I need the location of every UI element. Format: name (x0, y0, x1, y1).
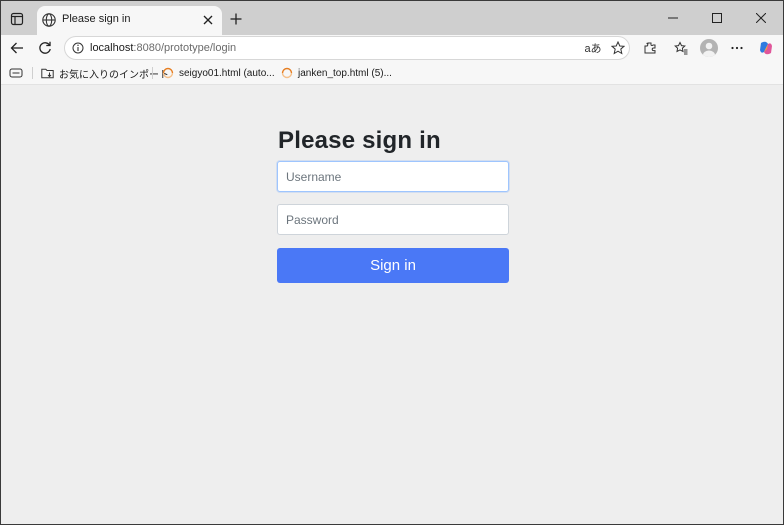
window-close-icon[interactable] (739, 1, 783, 35)
profile-avatar-icon[interactable] (700, 39, 718, 57)
minimize-icon[interactable] (651, 1, 695, 35)
bookmark-separator (32, 67, 33, 79)
page-title: Please sign in (278, 127, 441, 154)
favorite-star-icon[interactable] (609, 39, 627, 57)
read-aloud-icon[interactable]: aあ (584, 39, 602, 57)
address-url[interactable]: localhost:8080/prototype/login (90, 42, 236, 54)
sign-in-button[interactable]: Sign in (277, 248, 509, 283)
globe-icon (41, 12, 57, 28)
info-icon[interactable] (70, 40, 86, 56)
address-bar[interactable]: localhost:8080/prototype/login aあ (64, 36, 630, 60)
tab-actions-icon[interactable] (7, 9, 27, 29)
new-tab-icon[interactable] (227, 10, 245, 28)
loading-favicon-icon (162, 67, 174, 79)
tab-title: Please sign in (62, 13, 131, 25)
browser-toolbar: localhost:8080/prototype/login aあ (1, 35, 783, 62)
address-host: localhost (90, 42, 134, 54)
tab-strip: Please sign in (1, 1, 783, 35)
username-input[interactable] (277, 161, 509, 192)
loading-favicon-icon (281, 67, 293, 79)
tab-active[interactable]: Please sign in (37, 6, 222, 35)
bookmark-seigyo01[interactable]: seigyo01.html (auto... (162, 65, 275, 81)
bookmark-label: janken_top.html (5)... (298, 67, 392, 79)
bookmark-import-favorites[interactable]: お気に入りのインポート (41, 65, 169, 81)
close-icon[interactable] (200, 12, 216, 28)
extensions-icon[interactable] (640, 38, 660, 58)
bookmark-label: seigyo01.html (auto... (179, 67, 275, 79)
more-options-icon[interactable] (727, 38, 747, 58)
browser-window: Please sign in localhost:8080/prototype/… (0, 0, 784, 525)
refresh-icon[interactable] (35, 38, 55, 58)
favorites-icon[interactable] (671, 38, 691, 58)
maximize-icon[interactable] (695, 1, 739, 35)
folder-import-icon (41, 67, 54, 79)
back-icon[interactable] (7, 38, 27, 58)
password-input[interactable] (277, 204, 509, 235)
address-path: :8080/prototype/login (133, 42, 237, 54)
bookmarks-bar: お気に入りのインポート seigyo01.html (auto... janke… (1, 62, 783, 85)
bookmark-bar-toggle-icon[interactable] (9, 65, 23, 81)
window-controls (651, 1, 783, 35)
copilot-icon[interactable] (756, 38, 776, 58)
page-content: Please sign in Sign in (1, 85, 783, 524)
bookmark-janken-top[interactable]: janken_top.html (5)... (281, 65, 392, 81)
bookmark-separator (152, 67, 153, 79)
